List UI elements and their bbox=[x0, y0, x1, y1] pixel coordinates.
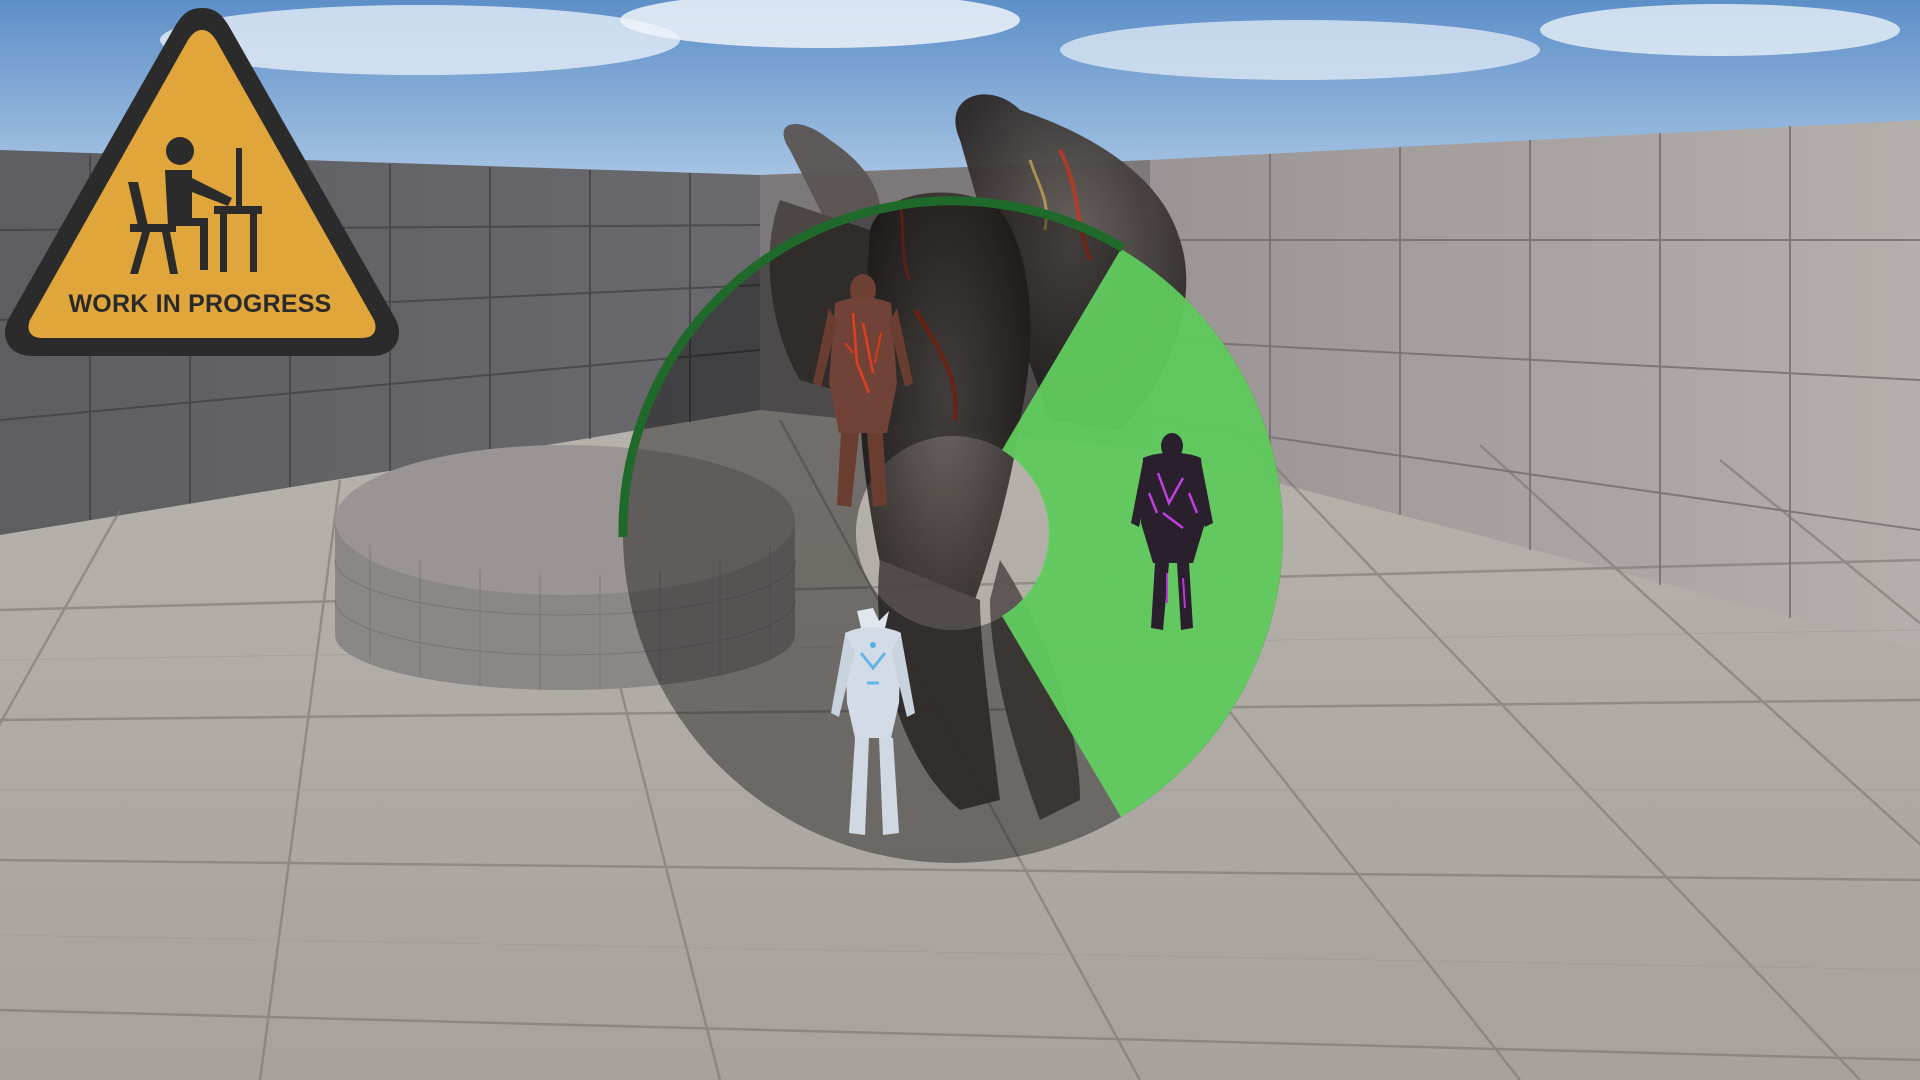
character-selection-wheel[interactable] bbox=[0, 0, 1920, 1080]
wheel-slot-top-left[interactable] bbox=[803, 253, 933, 507]
wheel-slot-bottom[interactable] bbox=[823, 603, 953, 843]
game-viewport: WORK IN PROGRESS bbox=[0, 0, 1920, 1080]
wheel-slot-right[interactable] bbox=[1131, 433, 1243, 643]
